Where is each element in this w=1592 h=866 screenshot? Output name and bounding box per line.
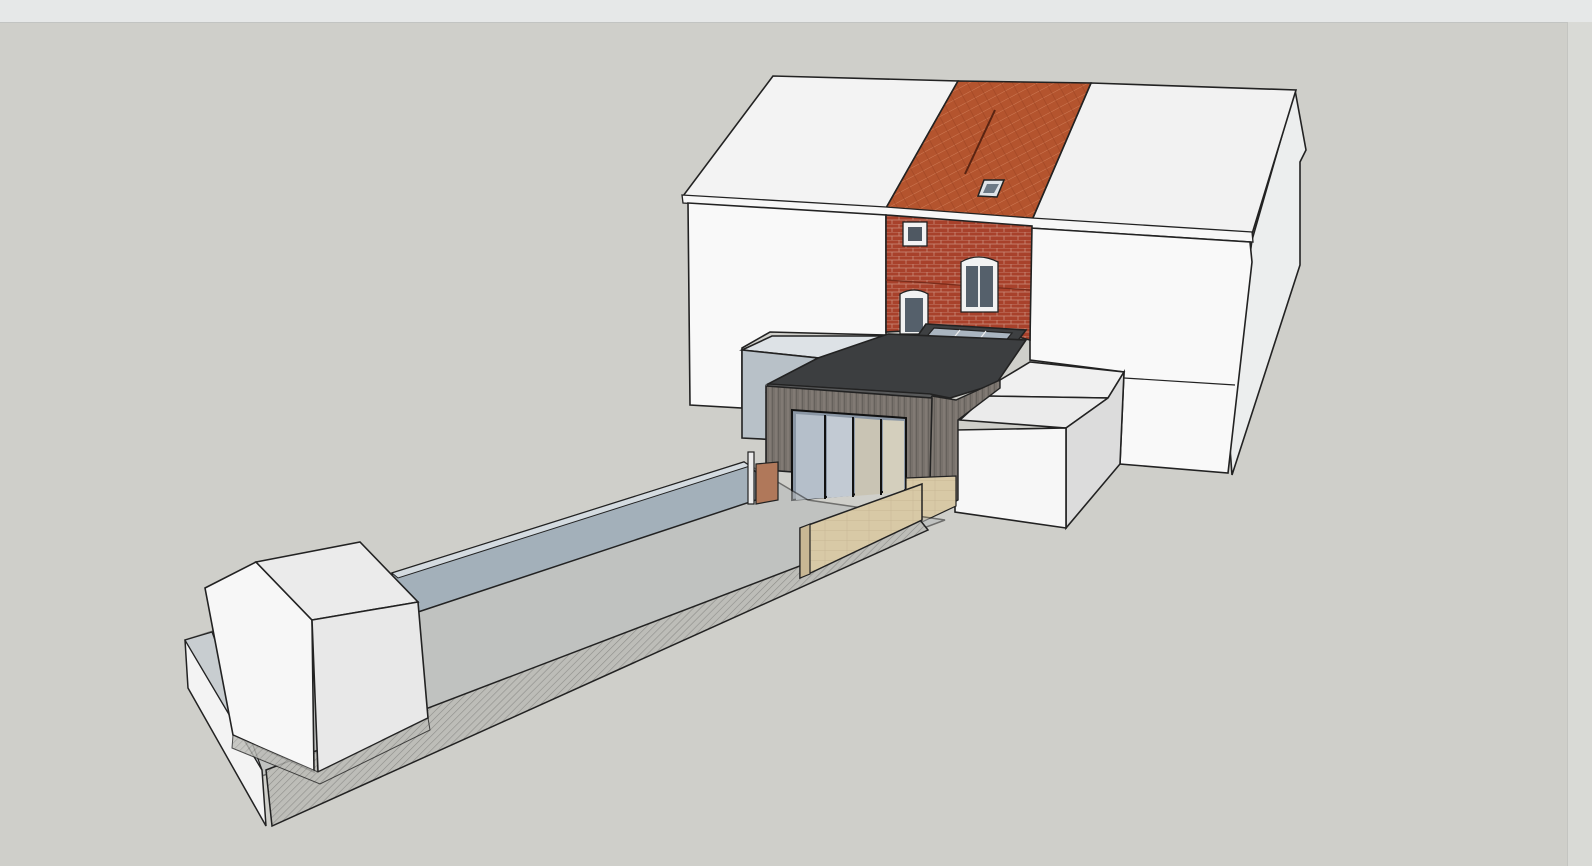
model-canvas[interactable]	[0, 23, 1568, 866]
window-title-bar	[0, 0, 1592, 23]
model-viewport[interactable]	[0, 23, 1568, 866]
window-upper-small	[902, 221, 928, 247]
window-upper-right	[960, 256, 999, 313]
side-panel-edge	[1567, 22, 1592, 866]
